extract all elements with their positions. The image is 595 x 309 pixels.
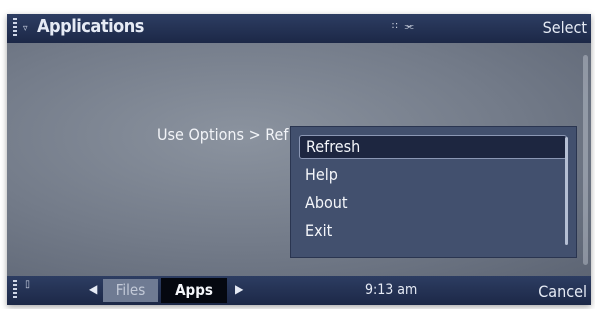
menu-scrollbar[interactable] xyxy=(565,137,568,245)
tab-files[interactable]: Files xyxy=(103,279,158,302)
tab-left-arrow-icon[interactable]: ◀ xyxy=(89,282,97,296)
tab-apps[interactable]: Apps xyxy=(161,278,227,303)
options-menu: Refresh Help About Exit xyxy=(290,126,577,258)
content-scrollbar[interactable] xyxy=(583,55,588,265)
lock-icon: ▯ xyxy=(25,279,30,290)
menu-item-exit[interactable]: Exit xyxy=(299,219,565,243)
antenna-icon: ▿ xyxy=(23,23,28,34)
hint-text: Use Options > Ref xyxy=(157,125,289,144)
battery-icon xyxy=(13,280,17,300)
main-content: Use Options > Ref Refresh Help About Exi… xyxy=(7,43,591,276)
softkey-bar: ▯ ◀ Files Apps ▶ 9:13 am Cancel xyxy=(7,276,591,305)
page-title: Applications xyxy=(37,16,144,37)
status-icons: ∷ ⫘ xyxy=(392,21,416,32)
menu-item-refresh[interactable]: Refresh xyxy=(299,135,567,159)
phone-screen: ▿ Applications ∷ ⫘ Select Use Options > … xyxy=(7,14,591,305)
select-softkey[interactable]: Select xyxy=(543,18,587,37)
menu-item-help[interactable]: Help xyxy=(299,163,565,187)
menu-item-about[interactable]: About xyxy=(299,191,565,215)
clock: 9:13 am xyxy=(365,282,418,298)
signal-strength-icon xyxy=(13,18,17,38)
tab-right-arrow-icon[interactable]: ▶ xyxy=(235,282,243,296)
title-bar: ▿ Applications ∷ ⫘ Select xyxy=(7,14,591,43)
cancel-softkey[interactable]: Cancel xyxy=(538,282,587,301)
